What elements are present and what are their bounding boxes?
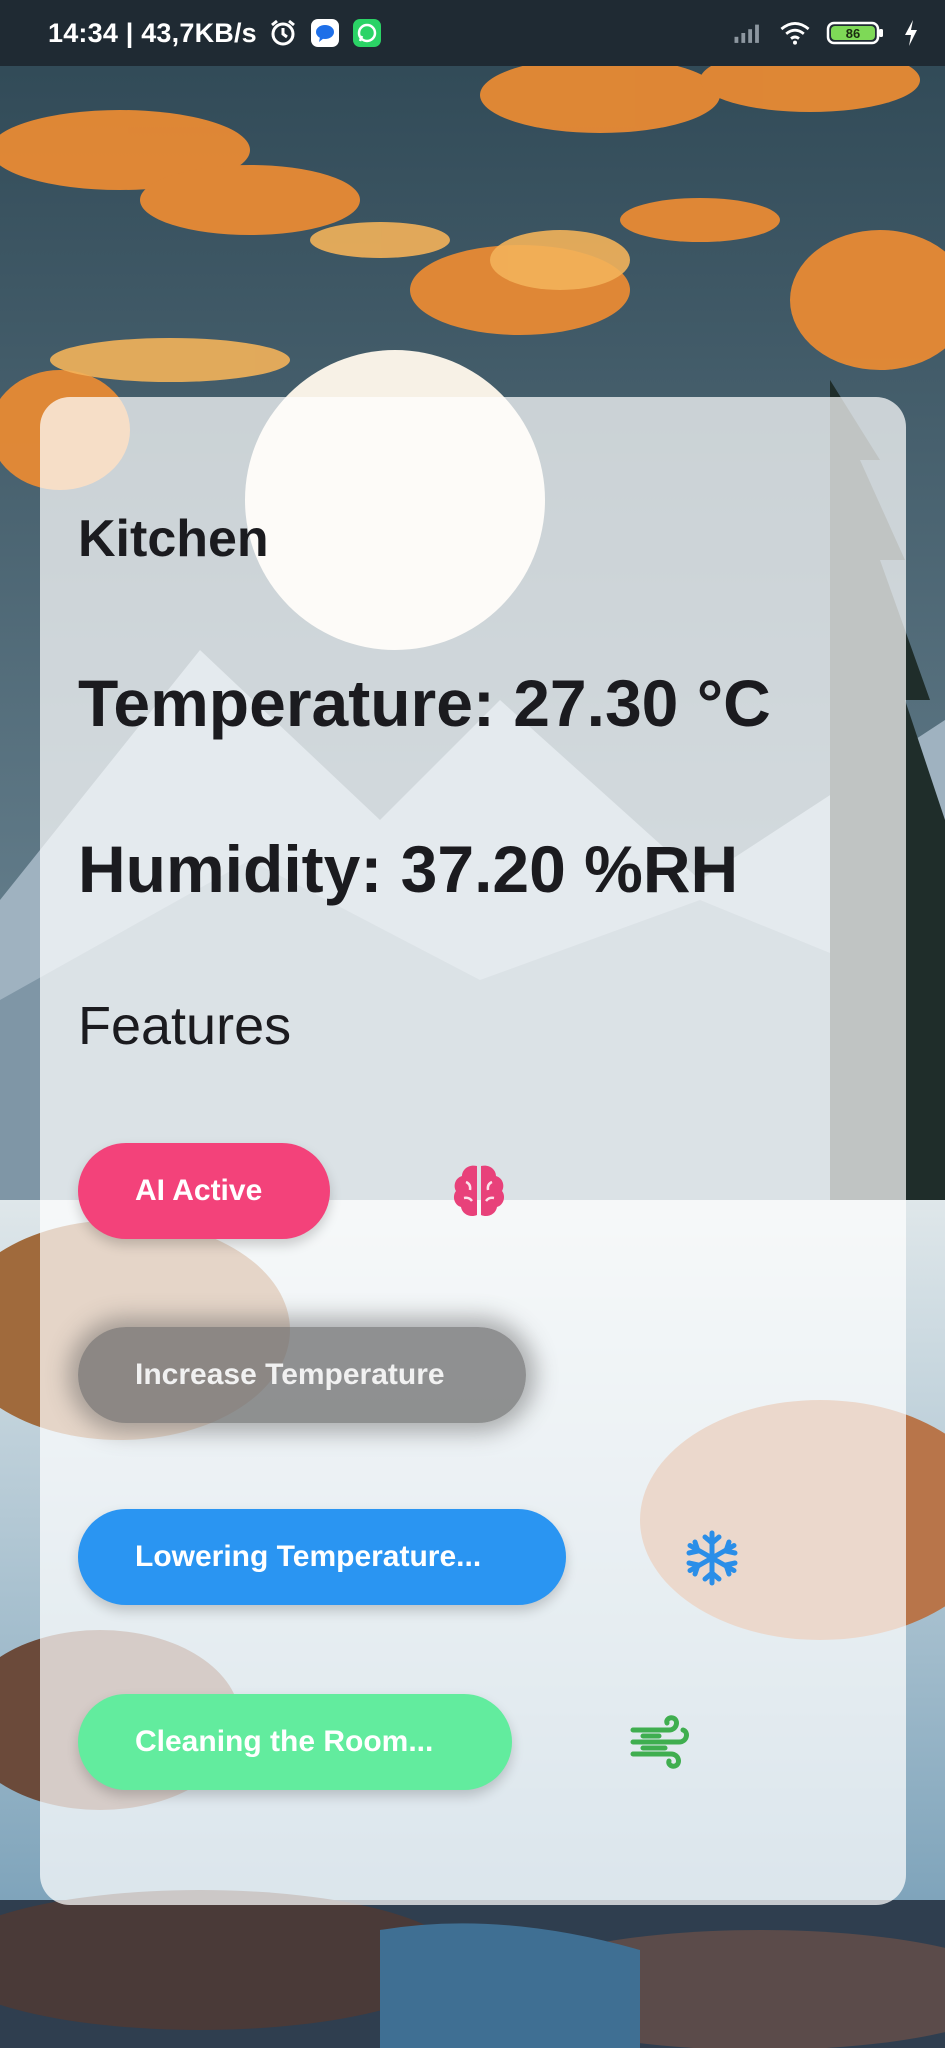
ai-active-button[interactable]: AI Active <box>78 1143 330 1239</box>
signal-icon <box>733 17 765 49</box>
ai-active-label: AI Active <box>135 1174 263 1207</box>
lowering-temperature-button[interactable]: Lowering Temperature... <box>78 1509 566 1605</box>
messenger-icon <box>309 17 341 49</box>
increase-temperature-label: Increase Temperature <box>135 1358 445 1391</box>
lowering-temperature-label: Lowering Temperature... <box>135 1540 482 1573</box>
room-name: Kitchen <box>78 510 269 568</box>
whatsapp-icon <box>351 17 383 49</box>
temperature-reading: Temperature: 27.30 °C <box>78 666 771 740</box>
cleaning-room-button[interactable]: Cleaning the Room... <box>78 1694 512 1790</box>
room-card: Kitchen Temperature: 27.30 °C Humidity: … <box>40 397 906 1905</box>
battery-level: 86 <box>846 26 860 41</box>
cleaning-room-label: Cleaning the Room... <box>135 1725 434 1758</box>
charging-icon <box>901 17 921 49</box>
status-bar: 14:34 | 43,7KB/s 86 <box>0 0 945 66</box>
humidity-reading: Humidity: 37.20 %RH <box>78 832 739 906</box>
features-title: Features <box>78 996 292 1056</box>
brain-icon <box>448 1160 510 1222</box>
wifi-icon <box>779 17 811 49</box>
alarm-icon <box>267 17 299 49</box>
battery-icon: 86 <box>825 17 887 49</box>
snowflake-icon <box>683 1529 741 1587</box>
status-time-speed: 14:34 | 43,7KB/s <box>48 17 257 48</box>
increase-temperature-button[interactable]: Increase Temperature <box>78 1327 526 1423</box>
wind-icon <box>629 1710 693 1774</box>
